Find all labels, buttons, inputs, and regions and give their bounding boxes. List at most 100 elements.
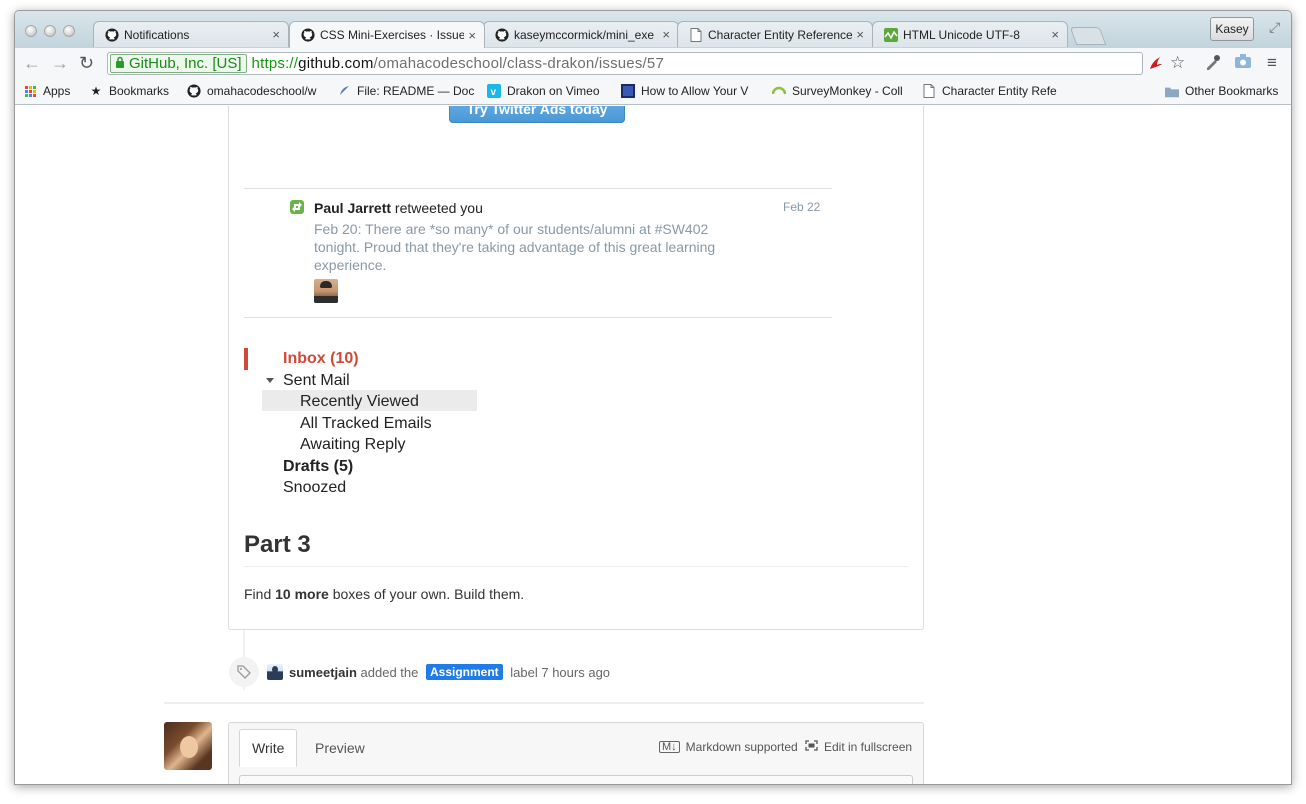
forward-button[interactable]: →: [51, 53, 69, 74]
menu-icon[interactable]: ≡: [1267, 53, 1277, 73]
bookmark-label: SurveyMonkey - Coll: [792, 84, 903, 98]
other-bookmarks[interactable]: Other Bookmarks: [1165, 84, 1289, 98]
tab-write[interactable]: Write: [239, 729, 298, 767]
bookmark-label: How to Allow Your V: [641, 84, 749, 98]
tab-close-button[interactable]: ×: [852, 27, 864, 42]
notification-action: retweeted you: [391, 200, 483, 216]
assignment-label[interactable]: Assignment: [425, 664, 503, 680]
url-path: /omahacodeschool/class-drakon/issues/57: [373, 55, 665, 72]
tab-close-button[interactable]: ×: [464, 28, 476, 43]
tab-css-mini-exercises[interactable]: CSS Mini-Exercises · Issue ×: [289, 21, 485, 48]
bookmark-bookmarks[interactable]: ★ Bookmarks: [89, 84, 185, 98]
mail-item-sent[interactable]: Sent Mail: [283, 372, 350, 390]
fullscreen-icon: [805, 740, 818, 754]
tab-preview[interactable]: Preview: [303, 729, 377, 767]
fullscreen-icon[interactable]: ⤢: [1269, 19, 1280, 36]
tab-html-unicode[interactable]: HTML Unicode UTF-8 ×: [872, 21, 1068, 47]
divider: [164, 702, 924, 704]
bookmark-label: omahacodeschool/w: [207, 84, 317, 98]
mail-item-recently-viewed[interactable]: Recently Viewed: [300, 393, 419, 411]
minimize-window-button[interactable]: [44, 25, 56, 37]
feather-icon: [337, 84, 351, 98]
new-tab-button[interactable]: [1069, 27, 1107, 45]
event-text: label 7 hours ago: [506, 664, 611, 680]
tab-close-button[interactable]: ×: [1047, 27, 1059, 42]
notification-date[interactable]: Feb 22: [783, 200, 820, 214]
ev-certificate-badge[interactable]: GitHub, Inc. [US]: [110, 54, 247, 73]
para-text: boxes of your own. Build them.: [328, 586, 525, 602]
page-content: Try Twitter Ads today Paul Jarrett retwe…: [15, 106, 1291, 784]
photo-icon: [621, 84, 635, 98]
close-window-button[interactable]: [25, 25, 37, 37]
event-user[interactable]: sumeetjain: [289, 665, 357, 680]
github-icon: [494, 27, 510, 43]
mail-item-all-tracked[interactable]: All Tracked Emails: [300, 415, 432, 433]
bookmark-character-entity[interactable]: Character Entity Refe: [922, 84, 1062, 98]
section-paragraph: Find 10 more boxes of your own. Build th…: [244, 586, 524, 602]
browser-toolbar: ← → ↻ GitHub, Inc. [US] https://github.c…: [15, 47, 1291, 77]
extension-bird-icon[interactable]: [1147, 53, 1165, 76]
ev-badge-text: GitHub, Inc. [US]: [129, 55, 242, 72]
inbox-selected-indicator: [244, 348, 248, 370]
event-text: added the: [356, 664, 422, 680]
zoom-window-button[interactable]: [63, 25, 75, 37]
markdown-supported-link[interactable]: M↓ Markdown supported: [659, 740, 798, 754]
tweet-text: Feb 20: There are *so many* of our stude…: [314, 221, 716, 273]
camera-icon[interactable]: [1234, 53, 1252, 74]
url-text: https://github.com/omahacodeschool/class…: [252, 55, 664, 72]
tab-kaseymccormick[interactable]: kaseymccormick/mini_exe ×: [483, 21, 679, 47]
avatar[interactable]: [164, 722, 212, 770]
reload-button[interactable]: ↻: [79, 53, 94, 74]
edit-fullscreen-link[interactable]: Edit in fullscreen: [805, 740, 912, 754]
back-button[interactable]: ←: [23, 53, 41, 74]
fullscreen-label: Edit in fullscreen: [824, 740, 913, 754]
section-heading: Part 3: [244, 531, 311, 558]
profile-button[interactable]: Kasey: [1210, 17, 1254, 41]
eyedropper-icon[interactable]: [1204, 53, 1222, 76]
bookmark-label: Character Entity Refe: [942, 84, 1057, 98]
mail-item-drafts[interactable]: Drafts (5): [283, 458, 353, 476]
bookmark-label: Drakon on Vimeo: [507, 84, 600, 98]
bookmark-star-icon[interactable]: ☆: [1170, 53, 1185, 73]
green-wave-icon: [883, 27, 899, 43]
mail-item-inbox[interactable]: Inbox (10): [283, 350, 359, 368]
notification-user[interactable]: Paul Jarrett: [314, 200, 391, 216]
markdown-label: Markdown supported: [685, 740, 798, 754]
mail-item-snoozed[interactable]: Snoozed: [283, 479, 346, 497]
tab-close-button[interactable]: ×: [268, 27, 280, 42]
caret-down-icon[interactable]: [266, 378, 274, 383]
bookmarks-bar: Apps ★ Bookmarks omahacodeschool/w File:…: [15, 77, 1291, 105]
tab-notifications[interactable]: Notifications ×: [93, 21, 289, 47]
page-icon: [688, 27, 704, 43]
markdown-icon: M↓: [659, 741, 680, 753]
tab-title: kaseymccormick/mini_exe: [514, 27, 655, 42]
tab-character-entity-reference[interactable]: Character Entity Reference ×: [677, 21, 873, 47]
url-host: github.com: [298, 55, 374, 72]
browser-window: Notifications × CSS Mini-Exercises · Iss…: [14, 10, 1292, 785]
tag-icon: [229, 657, 259, 687]
vimeo-icon: v: [487, 84, 501, 98]
para-bold: 10 more: [275, 586, 329, 602]
page-icon: [922, 84, 936, 98]
bookmark-label: Apps: [43, 84, 71, 98]
tab-title: Notifications: [124, 27, 190, 42]
divider: [244, 566, 908, 567]
try-twitter-ads-button[interactable]: Try Twitter Ads today: [449, 106, 625, 123]
tab-close-button[interactable]: ×: [658, 27, 670, 42]
comment-textarea[interactable]: [239, 775, 913, 784]
bookmark-how-to-allow[interactable]: How to Allow Your V: [621, 84, 759, 98]
bookmark-drakon-vimeo[interactable]: v Drakon on Vimeo: [487, 84, 611, 98]
bookmark-surveymonkey[interactable]: SurveyMonkey - Coll: [772, 84, 906, 98]
svg-text:v: v: [491, 87, 497, 98]
avatar[interactable]: [267, 664, 283, 680]
divider: [244, 188, 832, 189]
github-icon: [300, 27, 316, 43]
address-bar[interactable]: GitHub, Inc. [US] https://github.com/oma…: [107, 52, 1143, 75]
mail-item-awaiting-reply[interactable]: Awaiting Reply: [300, 436, 406, 454]
issue-comment-card: Try Twitter Ads today Paul Jarrett retwe…: [228, 106, 924, 630]
bookmark-readme[interactable]: File: README — Doc: [337, 84, 477, 98]
avatar[interactable]: [314, 279, 338, 303]
bookmark-apps[interactable]: Apps: [23, 84, 83, 98]
bookmark-omahacodeschool[interactable]: omahacodeschool/w: [187, 84, 327, 98]
url-scheme: https://: [251, 55, 299, 72]
